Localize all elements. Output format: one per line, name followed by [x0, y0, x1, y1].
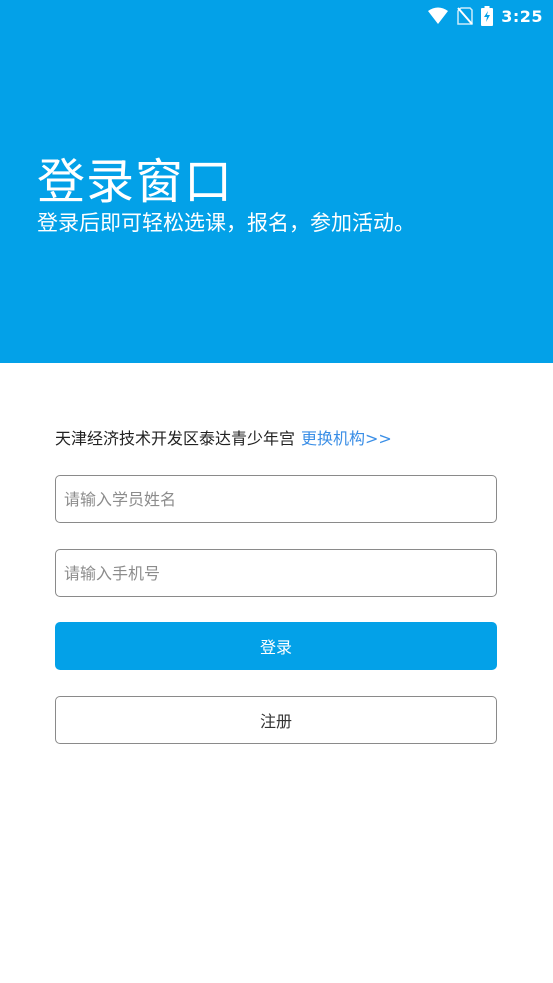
- organization-line: 天津经济技术开发区泰达青少年宫 更换机构>>: [55, 426, 392, 452]
- page-subtitle: 登录后即可轻松选课，报名，参加活动。: [37, 211, 415, 235]
- student-name-input[interactable]: [56, 476, 496, 522]
- status-bar: 3:25: [427, 0, 553, 32]
- page-title: 登录窗口: [37, 154, 234, 210]
- login-button[interactable]: 登录: [55, 622, 497, 670]
- battery-charging-icon: [481, 6, 494, 26]
- phone-input[interactable]: [56, 550, 496, 596]
- organization-name: 天津经济技术开发区泰达青少年宫: [55, 429, 296, 448]
- login-screen: 3:25 登录窗口 登录后即可轻松选课，报名，参加活动。 天津经济技术开发区泰达…: [0, 0, 553, 983]
- header-banner: 3:25 登录窗口 登录后即可轻松选课，报名，参加活动。: [0, 0, 553, 363]
- wifi-icon: [427, 7, 449, 25]
- register-button[interactable]: 注册: [55, 696, 497, 744]
- student-name-field-container: [55, 475, 497, 523]
- phone-field-container: [55, 549, 497, 597]
- no-sim-icon: [457, 7, 473, 25]
- change-organization-link[interactable]: 更换机构>>: [301, 429, 392, 448]
- status-time: 3:25: [501, 6, 543, 26]
